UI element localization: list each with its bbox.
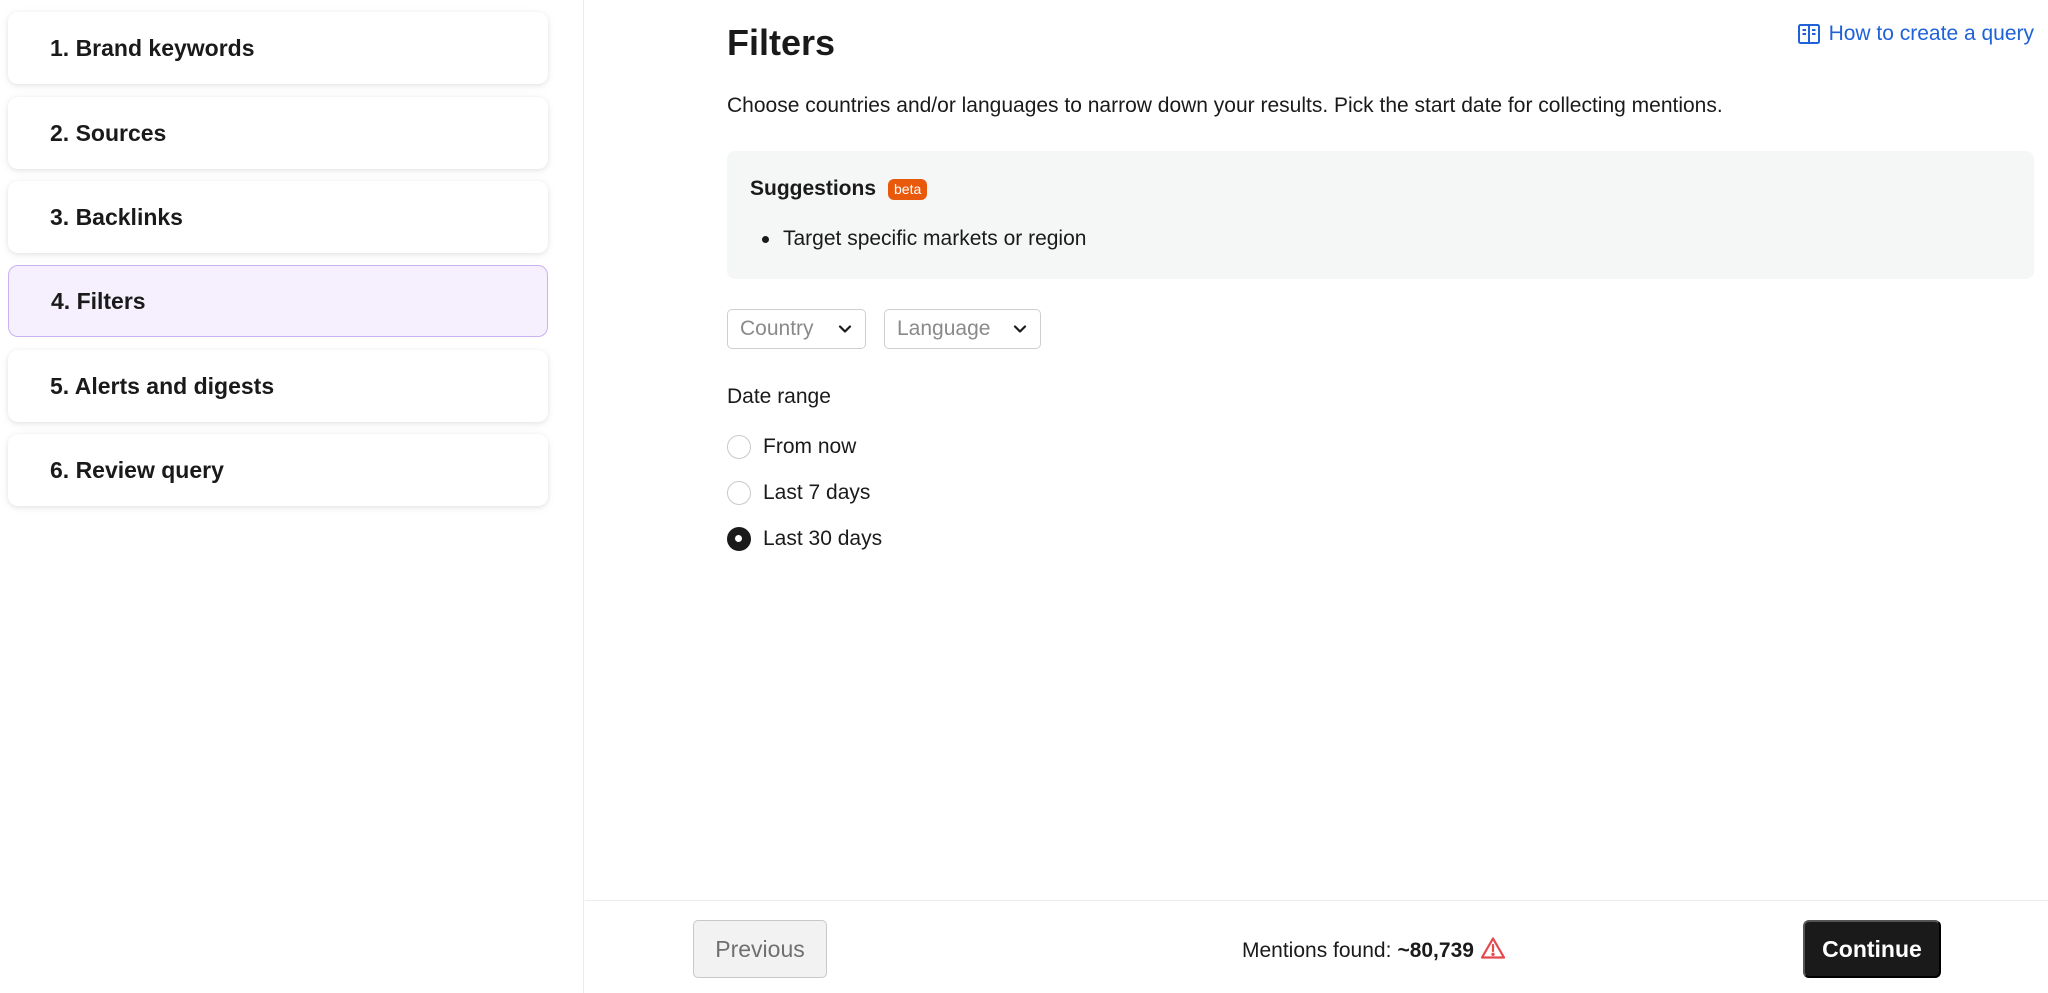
radio-button-selected[interactable] — [727, 527, 751, 551]
step-label: 3. Backlinks — [50, 203, 183, 230]
step-label: 5. Alerts and digests — [50, 372, 275, 399]
step-brand-keywords[interactable]: 1. Brand keywords — [8, 12, 548, 84]
main-panel: Filters How to create a query Choose cou… — [585, 0, 2048, 900]
radio-label: From now — [763, 435, 857, 458]
footer-bar: Previous Mentions found: ~80,739 Continu… — [585, 900, 2048, 993]
radio-button[interactable] — [727, 435, 751, 459]
page-title: Filters — [727, 22, 836, 63]
app-root: 1. Brand keywords 2. Sources 3. Backlink… — [0, 0, 2048, 993]
radio-from-now[interactable]: From now — [727, 435, 856, 459]
how-to-label: How to create a query — [1828, 22, 2034, 45]
language-placeholder: Language — [897, 317, 991, 340]
radio-button[interactable] — [727, 481, 751, 505]
continue-button[interactable]: Continue — [1803, 920, 1941, 978]
step-review-query[interactable]: 6. Review query — [8, 434, 548, 506]
previous-button[interactable]: Previous — [693, 920, 827, 978]
page-description: Choose countries and/or languages to nar… — [727, 94, 1723, 117]
step-label: 2. Sources — [50, 119, 167, 146]
bullet-icon — [762, 235, 769, 243]
chevron-down-icon — [837, 321, 853, 337]
how-to-create-query-link[interactable]: How to create a query — [1797, 22, 2034, 46]
book-icon — [1797, 22, 1821, 46]
sidebar: 1. Brand keywords 2. Sources 3. Backlink… — [0, 0, 584, 993]
mentions-count: Mentions found: ~80,739 — [1242, 936, 1506, 966]
suggestion-item: Target specific markets or region — [762, 227, 1086, 251]
step-label: 6. Review query — [50, 456, 224, 483]
step-sources[interactable]: 2. Sources — [8, 97, 548, 169]
country-select[interactable]: Country — [727, 309, 866, 349]
suggestion-text: Target specific markets or region — [783, 227, 1087, 250]
step-backlinks[interactable]: 3. Backlinks — [8, 181, 548, 253]
step-label: 4. Filters — [51, 287, 146, 314]
language-select[interactable]: Language — [884, 309, 1041, 349]
suggestions-panel: Suggestions beta Target specific markets… — [727, 151, 2034, 279]
radio-last-30-days[interactable]: Last 30 days — [727, 527, 882, 551]
radio-last-7-days[interactable]: Last 7 days — [727, 481, 870, 505]
step-alerts-and-digests[interactable]: 5. Alerts and digests — [8, 350, 548, 422]
radio-label: Last 30 days — [763, 527, 883, 550]
date-range-label: Date range — [727, 385, 831, 408]
country-placeholder: Country — [740, 317, 814, 340]
suggestions-title: Suggestions — [750, 177, 877, 200]
warning-icon[interactable] — [1480, 936, 1506, 966]
radio-label: Last 7 days — [763, 481, 871, 504]
beta-badge: beta — [888, 178, 928, 200]
mentions-label: Mentions found: — [1242, 939, 1392, 962]
chevron-down-icon — [1012, 321, 1028, 337]
step-label: 1. Brand keywords — [50, 34, 255, 61]
mentions-value: ~80,739 — [1397, 939, 1474, 962]
suggestions-header: Suggestions beta — [750, 177, 928, 201]
step-filters[interactable]: 4. Filters — [8, 265, 548, 337]
